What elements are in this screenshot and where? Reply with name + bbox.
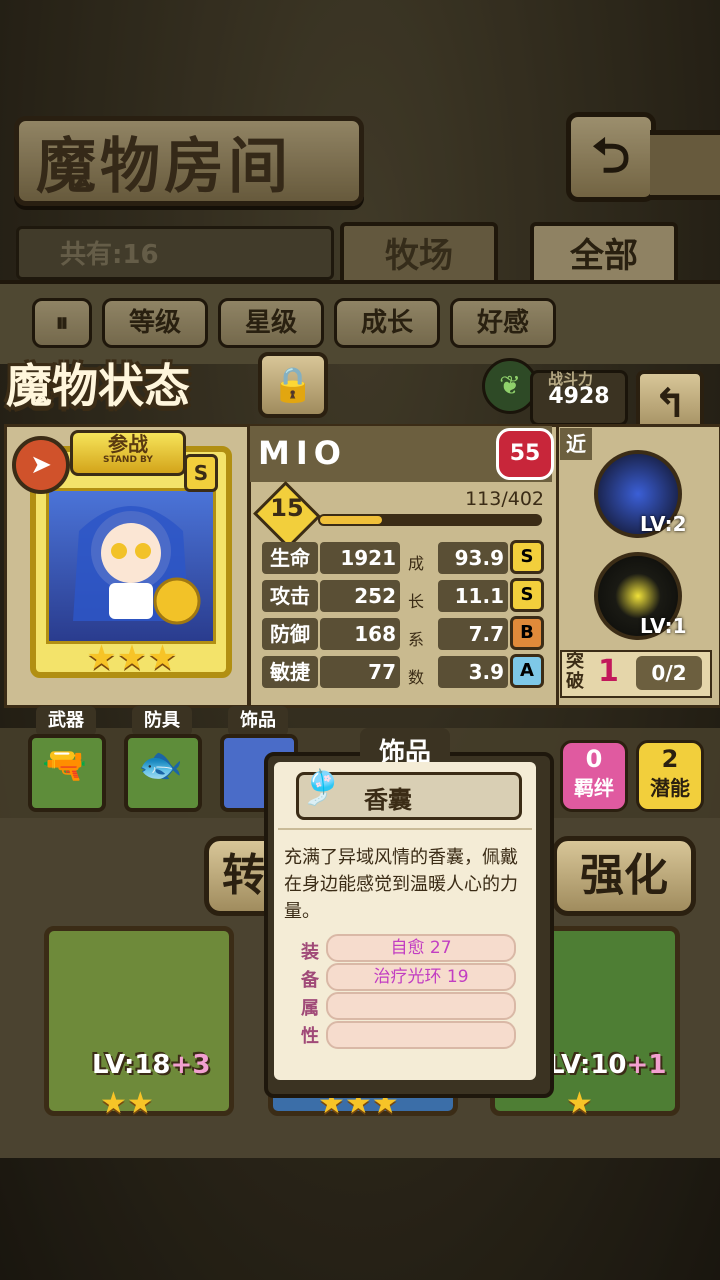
growth-char: 数 (408, 668, 425, 687)
breakthrough-label: 突破 (566, 651, 584, 692)
grade-hp: S (510, 540, 544, 574)
grade-agi: A (510, 654, 544, 688)
stat-value-def: 168 (320, 618, 400, 650)
potential-button[interactable]: 2 潜能 (636, 740, 704, 812)
bond-label: 羁绊 (574, 776, 614, 800)
monster-stars: ★ (566, 1086, 593, 1121)
sachet-icon: 🎐 (300, 768, 343, 808)
attr-label-char: 备 (301, 970, 319, 991)
monster-portrait (46, 488, 216, 644)
stat-value-atk: 252 (320, 580, 400, 612)
growth-value-agi: 3.9 (438, 656, 508, 688)
weapon-tag: 武器 (36, 706, 96, 736)
bond-count: 0 (585, 745, 603, 773)
monster-name: MIO (258, 434, 347, 472)
stat-label-agi: 敏捷 (262, 656, 318, 688)
grade-def: B (510, 616, 544, 650)
attr-label-char: 属 (301, 998, 319, 1019)
lock-icon: 🔒 (271, 365, 315, 405)
growth-char: 长 (408, 592, 425, 611)
armor-tag: 防具 (132, 706, 192, 736)
lock-button[interactable]: 🔒 (258, 352, 328, 418)
affection-heart-icon: 55 (496, 428, 554, 480)
range-badge: 近 (560, 428, 592, 460)
rank-badge: S (184, 454, 218, 492)
potential-label: 潜能 (650, 776, 690, 800)
breakthrough-count[interactable]: 0/2 (636, 656, 702, 690)
attr-slot: 自愈 27 (326, 934, 516, 962)
attr-label-char: 性 (301, 1026, 319, 1047)
monster-stars: ★★ (100, 1086, 154, 1121)
grade-atk: S (510, 578, 544, 612)
stat-label-atk: 攻击 (262, 580, 318, 612)
growth-char: 成 (408, 554, 425, 573)
water-gun-icon: 🔫 (42, 745, 87, 786)
exp-text: 113/402 (465, 488, 544, 510)
skill-level: LV:2 (640, 512, 687, 536)
skill-level: LV:1 (640, 614, 687, 638)
bond-button[interactable]: 0 羁绊 (560, 740, 628, 812)
attr-slot (326, 1021, 516, 1049)
status-title: 魔物状态 (6, 359, 190, 413)
accessory-tag: 饰品 (228, 706, 288, 736)
stat-label-def: 防御 (262, 618, 318, 650)
stat-value-hp: 1921 (320, 542, 400, 574)
growth-value-hp: 93.9 (438, 542, 508, 574)
divider (278, 828, 532, 830)
fish-armor-icon: 🐟 (138, 745, 183, 786)
level-number: 15 (270, 494, 304, 522)
attr-slot: 治疗光环 19 (326, 963, 516, 991)
breakthrough-number: 1 (598, 654, 619, 689)
exp-bar-fill (320, 516, 382, 524)
attr-slot (326, 992, 516, 1020)
growth-value-def: 7.7 (438, 618, 508, 650)
standby-badge: 参战 STAND BY (70, 430, 186, 476)
monster-illustration (73, 506, 201, 625)
power-value: 4928 (548, 384, 610, 409)
leaf-icon: ❦ (499, 371, 521, 401)
return-arrow-icon: ↰ (653, 381, 687, 427)
growth-value-atk: 11.1 (438, 580, 508, 612)
enhance-button[interactable]: 强化 (552, 836, 696, 916)
potential-count: 2 (661, 745, 679, 773)
card-stars: ★★★ (86, 638, 178, 678)
stat-label-hp: 生命 (262, 542, 318, 574)
monster-level: LV:18+3 (92, 1050, 211, 1080)
item-description: 充满了异域风情的香囊，佩戴在身边能感觉到温暖人心的力量。 (284, 847, 518, 922)
deploy-arrow-icon[interactable]: ➤ (12, 436, 70, 494)
item-name: 香囊 (364, 786, 412, 814)
stat-value-agi: 77 (320, 656, 400, 688)
attr-label-char: 装 (301, 942, 319, 963)
monster-level: LV:10+1 (548, 1050, 667, 1080)
growth-char: 系 (408, 630, 425, 649)
